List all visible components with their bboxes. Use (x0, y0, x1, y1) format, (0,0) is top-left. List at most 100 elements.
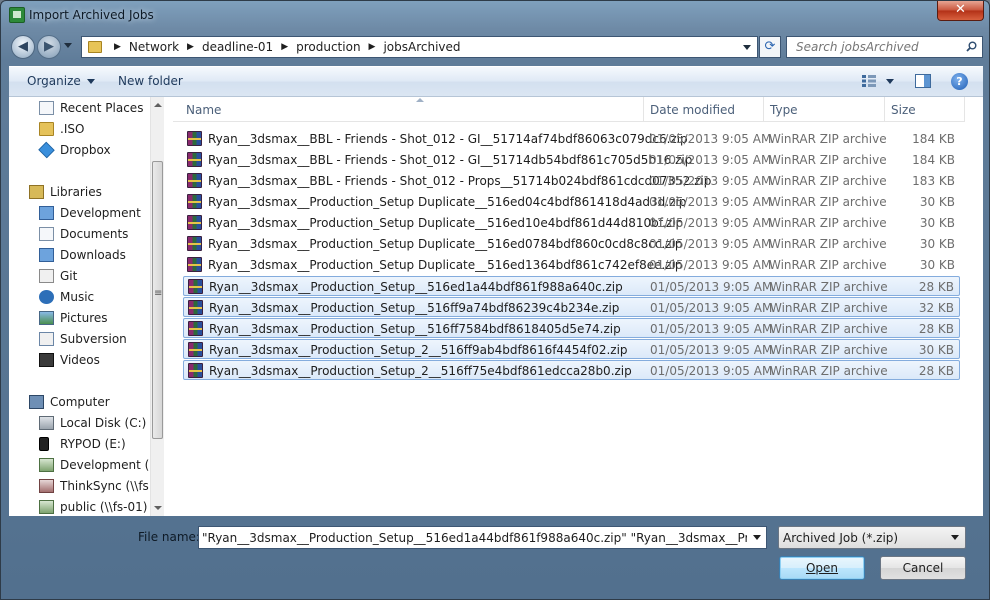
column-name[interactable]: Name (186, 103, 221, 117)
nav-item-recent-places[interactable]: Recent Places (9, 98, 149, 119)
zip-archive-icon (187, 257, 202, 272)
recent-locations-dropdown-icon[interactable] (64, 43, 72, 48)
file-size: 184 KB (912, 132, 955, 146)
nav-item-dropbox[interactable]: Dropbox (9, 140, 149, 161)
search-box[interactable] (786, 36, 983, 58)
preview-pane-icon[interactable] (915, 74, 931, 88)
file-row[interactable]: Ryan__3dsmax__Production_Setup__516ed1a4… (183, 276, 960, 296)
help-icon[interactable]: ? (951, 73, 968, 90)
breadcrumb-jobsarchived[interactable]: jobsArchived (383, 40, 460, 54)
close-button[interactable]: ✕ (937, 1, 984, 21)
column-type[interactable]: Type (770, 103, 798, 117)
library-folder-icon (39, 206, 54, 220)
nav-item-development-network-drive[interactable]: Development (\\fs-01) (X:) (9, 455, 149, 476)
nav-item-computer[interactable]: Computer (9, 392, 149, 413)
column-divider[interactable] (884, 97, 885, 122)
file-type-filter-select[interactable]: Archived Job (*.zip) (778, 526, 966, 549)
column-divider[interactable] (643, 97, 644, 122)
file-row[interactable]: Ryan__3dsmax__Production_Setup Duplicate… (183, 213, 960, 233)
address-bar[interactable]: ▶ Network ▶ deadline-01 ▶ production ▶ j… (81, 36, 758, 58)
nav-item-music[interactable]: Music (9, 287, 149, 308)
file-date-modified: 01/05/2013 9:05 AM (650, 343, 773, 357)
chevron-right-icon[interactable]: ▶ (369, 42, 376, 52)
nav-item-libraries[interactable]: Libraries (9, 182, 149, 203)
open-button[interactable]: Open (779, 556, 865, 580)
filename-combobox[interactable] (198, 526, 767, 549)
file-row[interactable]: Ryan__3dsmax__Production_Setup_2__516ff9… (183, 339, 960, 359)
libraries-icon (29, 185, 44, 199)
breadcrumb-production[interactable]: production (296, 40, 360, 54)
nav-item-iso[interactable]: .ISO (9, 119, 149, 140)
file-date-modified: 01/05/2013 9:05 AM (649, 258, 772, 272)
column-size[interactable]: Size (891, 103, 916, 117)
file-name: Ryan__3dsmax__Production_Setup Duplicate… (208, 237, 683, 251)
nav-item-rypod-e[interactable]: RYPOD (E:) (9, 434, 149, 455)
chevron-right-icon[interactable]: ▶ (281, 42, 288, 52)
breadcrumb-deadline-01[interactable]: deadline-01 (202, 40, 273, 54)
file-row[interactable]: Ryan__3dsmax__BBL - Friends - Shot_012 -… (183, 150, 960, 170)
file-size: 30 KB (919, 237, 955, 251)
chevron-down-icon (951, 535, 959, 540)
change-view-icon[interactable] (862, 75, 876, 87)
nav-item-development[interactable]: Development (9, 203, 149, 224)
chevron-down-icon[interactable] (753, 535, 761, 540)
folder-icon (39, 122, 54, 136)
zip-archive-icon (188, 279, 203, 294)
file-name: Ryan__3dsmax__Production_Setup_2__516ff7… (209, 364, 632, 378)
filename-input[interactable] (199, 527, 747, 548)
view-options-dropdown-icon[interactable] (886, 79, 894, 84)
nav-item-thinksync-network-drive[interactable]: ThinkSync (\\fs-01) (T:) (9, 476, 149, 497)
chevron-right-icon[interactable]: ▶ (114, 42, 121, 52)
scroll-thumb[interactable] (152, 161, 163, 439)
file-name: Ryan__3dsmax__Production_Setup__516ed1a4… (209, 280, 623, 294)
file-date-modified: 01/05/2013 9:05 AM (650, 322, 773, 336)
command-bar: Organize New folder ? (9, 66, 983, 96)
scroll-up-icon[interactable] (154, 103, 162, 107)
new-folder-button[interactable]: New folder (118, 74, 183, 88)
chevron-right-icon[interactable]: ▶ (187, 42, 194, 52)
column-header: Name Date modified Type Size (173, 97, 965, 122)
nav-item-documents[interactable]: Documents (9, 224, 149, 245)
nav-item-pictures[interactable]: Pictures (9, 308, 149, 329)
scroll-down-icon[interactable] (154, 506, 162, 510)
file-row[interactable]: Ryan__3dsmax__Production_Setup__516ff758… (183, 318, 960, 338)
hard-drive-icon (39, 416, 54, 430)
search-icon[interactable] (966, 41, 977, 52)
cancel-button[interactable]: Cancel (880, 556, 966, 580)
search-input[interactable] (787, 37, 959, 57)
column-divider[interactable] (964, 97, 965, 122)
column-divider[interactable] (763, 97, 764, 122)
file-type: WinRAR ZIP archive (770, 322, 888, 336)
title-bar[interactable]: Import Archived Jobs ✕ (1, 1, 989, 31)
forward-button[interactable]: ▶ (37, 35, 61, 59)
file-name: Ryan__3dsmax__Production_Setup Duplicate… (208, 216, 684, 230)
file-row[interactable]: Ryan__3dsmax__Production_Setup_2__516ff7… (183, 360, 960, 380)
nav-item-public-network-drive[interactable]: public (\\fs-01) (V:) (9, 497, 149, 516)
nav-pane-scrollbar[interactable] (150, 97, 164, 516)
zip-archive-icon (188, 300, 203, 315)
organize-menu[interactable]: Organize (27, 74, 95, 88)
file-row[interactable]: Ryan__3dsmax__Production_Setup Duplicate… (183, 192, 960, 212)
nav-item-downloads[interactable]: Downloads (9, 245, 149, 266)
content-area: Recent Places .ISO Dropbox Libraries Dev… (9, 96, 983, 516)
breadcrumb-network[interactable]: Network (129, 40, 179, 54)
file-row[interactable]: Ryan__3dsmax__BBL - Friends - Shot_012 -… (183, 171, 960, 191)
nav-item-subversion[interactable]: Subversion (9, 329, 149, 350)
file-row[interactable]: Ryan__3dsmax__Production_Setup__516ff9a7… (183, 297, 960, 317)
videos-icon (39, 353, 54, 367)
file-type: WinRAR ZIP archive (770, 301, 888, 315)
nav-item-local-disk-c[interactable]: Local Disk (C:) (9, 413, 149, 434)
zip-archive-icon (187, 194, 202, 209)
nav-item-git[interactable]: Git (9, 266, 149, 287)
column-date-modified[interactable]: Date modified (650, 103, 735, 117)
file-row[interactable]: Ryan__3dsmax__Production_Setup Duplicate… (183, 234, 960, 254)
refresh-button[interactable]: ⟳ (759, 36, 781, 58)
network-drive-icon (39, 458, 54, 472)
nav-item-videos[interactable]: Videos (9, 350, 149, 371)
file-row[interactable]: Ryan__3dsmax__Production_Setup Duplicate… (183, 255, 960, 275)
address-dropdown-icon[interactable] (743, 45, 751, 50)
file-type: WinRAR ZIP archive (769, 216, 887, 230)
back-button[interactable]: ◀ (11, 35, 35, 59)
file-row[interactable]: Ryan__3dsmax__BBL - Friends - Shot_012 -… (183, 129, 960, 149)
file-size: 30 KB (919, 258, 955, 272)
